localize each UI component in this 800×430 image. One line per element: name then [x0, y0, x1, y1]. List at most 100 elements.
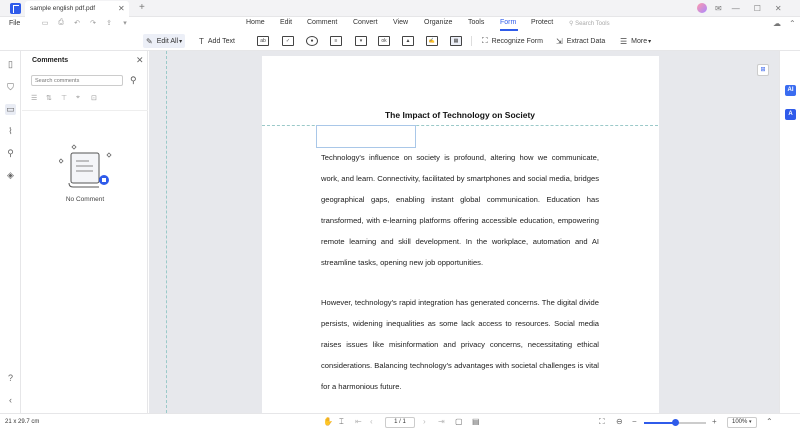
hand-tool-icon[interactable]: ✋: [323, 417, 333, 426]
radio-button-icon[interactable]: ●: [306, 36, 318, 46]
close-icon[interactable]: ✕: [118, 4, 125, 13]
maximize-icon[interactable]: ☐: [754, 4, 761, 13]
user-avatar-icon[interactable]: [697, 3, 707, 13]
zoom-level-value: 100%: [732, 419, 748, 425]
extract-data-label: Extract Data: [566, 37, 606, 45]
zoom-in-icon[interactable]: +: [712, 417, 717, 426]
zoom-out-icon[interactable]: ⊖: [616, 417, 623, 426]
text-field-icon[interactable]: ab: [257, 36, 269, 46]
help-icon[interactable]: ?: [5, 373, 16, 383]
date-field-icon[interactable]: ▦: [450, 36, 462, 46]
tab-tools[interactable]: Tools: [468, 19, 484, 26]
tab-protect[interactable]: Protect: [531, 19, 553, 26]
list-box-icon[interactable]: ≡: [330, 36, 342, 46]
status-filter-icon[interactable]: ⊡: [91, 94, 106, 102]
share-icon[interactable]: ⇪: [101, 19, 117, 27]
layers-icon[interactable]: ◈: [5, 170, 16, 181]
signature-field-icon[interactable]: ✍: [426, 36, 438, 46]
redo-icon[interactable]: ↷: [85, 19, 101, 27]
next-page-icon[interactable]: ›: [423, 417, 426, 426]
page-icon[interactable]: ▯: [5, 59, 16, 70]
search-comments-input[interactable]: [31, 75, 123, 86]
save-icon[interactable]: ▭: [37, 19, 53, 27]
comment-icon[interactable]: ▭: [5, 104, 16, 115]
collapse-panel-icon[interactable]: ⌃: [766, 417, 773, 426]
bookmark-icon[interactable]: ⛉: [5, 82, 16, 93]
collapse-icon[interactable]: ‹: [5, 395, 16, 405]
search-icon[interactable]: ⚲: [5, 148, 16, 159]
add-text-button[interactable]: T Add Text: [199, 34, 235, 48]
zoom-slider-handle[interactable]: [672, 419, 679, 426]
form-field-box[interactable]: [316, 125, 416, 148]
search-icon[interactable]: ⚲: [130, 75, 137, 86]
page-layout-icon[interactable]: ▤: [472, 417, 480, 426]
button-field-icon[interactable]: ok: [378, 36, 390, 46]
edit-icon: ✎: [146, 36, 153, 46]
chevron-down-icon: ▾: [179, 38, 183, 45]
panel-toggle-icon[interactable]: ⊞: [757, 64, 769, 76]
checkbox-icon[interactable]: ✓: [282, 36, 294, 46]
last-page-icon[interactable]: ⇥: [438, 417, 445, 426]
menu-bar: File ▭ ⎙ ↶ ↷ ⇪ ▾ Home Edit Comment Conve…: [0, 17, 800, 31]
tab-convert[interactable]: Convert: [353, 19, 378, 26]
close-icon[interactable]: ✕: [136, 55, 144, 66]
more-label: More: [631, 37, 648, 45]
ai-assistant-icon[interactable]: AI: [785, 85, 796, 96]
extract-data-button[interactable]: ⇲ Extract Data: [556, 34, 605, 48]
edit-all-button[interactable]: ✎ Edit All ▾: [143, 34, 186, 48]
empty-comments-illustration: [59, 144, 112, 188]
panel-divider: [22, 110, 148, 111]
recognize-form-button[interactable]: ⛶ Recognize Form: [482, 34, 543, 48]
document-paragraph: However, technology's rapid integration …: [321, 298, 599, 391]
edit-all-label: Edit All: [156, 37, 179, 45]
minimize-icon[interactable]: —: [732, 4, 740, 13]
recognize-icon: ⛶: [482, 36, 488, 45]
first-page-icon[interactable]: ⇤: [355, 417, 362, 426]
new-tab-button[interactable]: +: [139, 2, 145, 13]
list-view-icon[interactable]: ☰: [31, 94, 46, 102]
type-filter-icon[interactable]: ⌖: [76, 94, 91, 102]
tab-view[interactable]: View: [393, 19, 408, 26]
undo-icon[interactable]: ↶: [69, 19, 85, 27]
tab-edit[interactable]: Edit: [280, 19, 292, 26]
form-toolbar: ✎ Edit All ▾ T Add Text ab ✓ ● ≡ ▾ ok ▲ …: [0, 31, 800, 51]
image-field-icon[interactable]: ▲: [402, 36, 414, 46]
filter-icon[interactable]: ⊤: [61, 94, 76, 102]
document-tab-title: sample english pdf.pdf: [30, 5, 96, 12]
zoom-level-select[interactable]: 100% ▾: [727, 417, 757, 428]
dropdown-field-icon[interactable]: ▾: [355, 36, 367, 46]
page-number-input[interactable]: 1 / 1: [385, 417, 415, 428]
zoom-slider[interactable]: [644, 419, 706, 426]
document-tab[interactable]: sample english pdf.pdf ✕: [25, 1, 129, 17]
print-icon[interactable]: ⎙: [53, 19, 69, 27]
notification-icon[interactable]: ✉: [715, 4, 722, 13]
sort-icon[interactable]: ⇅: [46, 94, 61, 102]
document-paragraph: Technology's influence on society is pro…: [321, 153, 599, 267]
prev-page-icon[interactable]: ‹: [370, 417, 373, 426]
tab-organize[interactable]: Organize: [424, 19, 452, 26]
extract-icon: ⇲: [556, 36, 563, 46]
search-tools-input[interactable]: ⚲ Search Tools: [569, 20, 610, 27]
close-window-icon[interactable]: ✕: [775, 4, 782, 13]
cloud-upload-icon[interactable]: ☁: [773, 19, 781, 28]
comments-panel: Comments ✕ ⚲ ☰ ⇅ ⊤ ⌖ ⊡ No Comment: [22, 51, 148, 413]
fit-page-icon[interactable]: ▢: [455, 417, 463, 426]
menu-icon: ☰: [620, 36, 628, 46]
select-tool-icon[interactable]: ⌶: [339, 417, 344, 427]
tab-home[interactable]: Home: [246, 19, 265, 26]
tab-comment[interactable]: Comment: [307, 19, 337, 26]
chevron-up-icon[interactable]: ⌃: [789, 19, 796, 28]
file-menu[interactable]: File: [9, 20, 20, 27]
toolbar-divider: [471, 36, 472, 46]
fit-width-icon[interactable]: ⛶: [599, 417, 605, 427]
translate-icon[interactable]: A: [785, 109, 796, 120]
comment-filters: ☰ ⇅ ⊤ ⌖ ⊡: [31, 94, 106, 102]
tab-form[interactable]: Form: [500, 19, 516, 26]
zoom-out-minus-icon[interactable]: −: [632, 417, 637, 426]
more-button[interactable]: ☰ More ▾: [620, 34, 651, 48]
dropdown-icon[interactable]: ▾: [117, 19, 133, 27]
recognize-form-label: Recognize Form: [491, 37, 543, 45]
status-bar: 21 x 29.7 cm ✋ ⌶ ⇤ ‹ 1 / 1 › ⇥ ▢ ▤ ⛶ ⊖ −…: [0, 413, 800, 430]
app-logo-icon: [10, 3, 21, 14]
attachment-icon[interactable]: ⌇: [5, 126, 16, 137]
